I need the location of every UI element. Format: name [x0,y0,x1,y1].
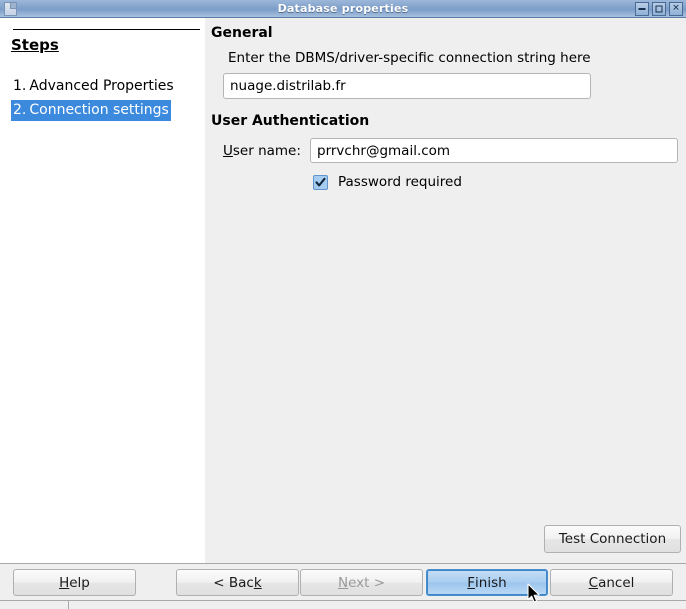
password-required-label: Password required [338,174,462,190]
minimize-icon [638,8,646,10]
window-title: Database properties [277,2,409,15]
close-button[interactable]: ✕ [669,2,683,16]
maximize-icon [655,5,663,13]
content-panel: General Enter the DBMS/driver-specific c… [205,18,686,563]
user-authentication-section-title: User Authentication [211,113,370,129]
database-properties-dialog: Database properties ✕ Steps 1. Advanced P… [0,0,686,609]
steps-panel: Steps 1. Advanced Properties 2. Connection… [0,18,205,563]
user-name-label: User name: [223,143,301,159]
status-bar-divider [68,601,69,609]
password-required-checkbox[interactable] [313,174,328,190]
step-label: Advanced Properties [29,78,174,94]
step-item-connection-settings[interactable]: 2. Connection settings [11,100,171,121]
user-name-label-rest: ser name: [232,143,301,159]
user-name-input[interactable] [310,138,678,163]
connection-string-input[interactable] [223,73,591,99]
steps-heading: Steps [11,36,59,54]
next-button[interactable]: Next > [300,569,423,596]
cancel-button[interactable]: Cancel [550,569,673,596]
back-button[interactable]: < Bac k [176,569,299,596]
step-label: Connection settings [29,102,169,118]
window-controls: ✕ [635,2,683,16]
password-required-checkbox-row[interactable]: Password required [313,174,462,190]
title-bar: Database properties ✕ [0,0,686,18]
step-number: 2. [13,102,27,118]
close-icon: ✕ [672,3,680,14]
minimize-button[interactable] [635,2,649,16]
connection-string-description: Enter the DBMS/driver-specific connectio… [228,50,591,66]
user-name-label-mnemonic: U [223,143,233,159]
maximize-button[interactable] [652,2,666,16]
general-section-title: General [211,25,273,41]
checkmark-icon [315,177,326,186]
footer-divider [0,563,686,564]
status-bar [0,600,686,609]
test-connection-button[interactable]: Test Connection [544,525,681,553]
step-item-advanced-properties[interactable]: 1. Advanced Properties [11,76,176,97]
help-button[interactable]: Help [13,569,136,596]
steps-list: 1. Advanced Properties 2. Connection setti… [11,76,196,122]
steps-divider [13,29,200,30]
step-number: 1. [13,78,27,94]
finish-button[interactable]: Finish [426,569,548,596]
